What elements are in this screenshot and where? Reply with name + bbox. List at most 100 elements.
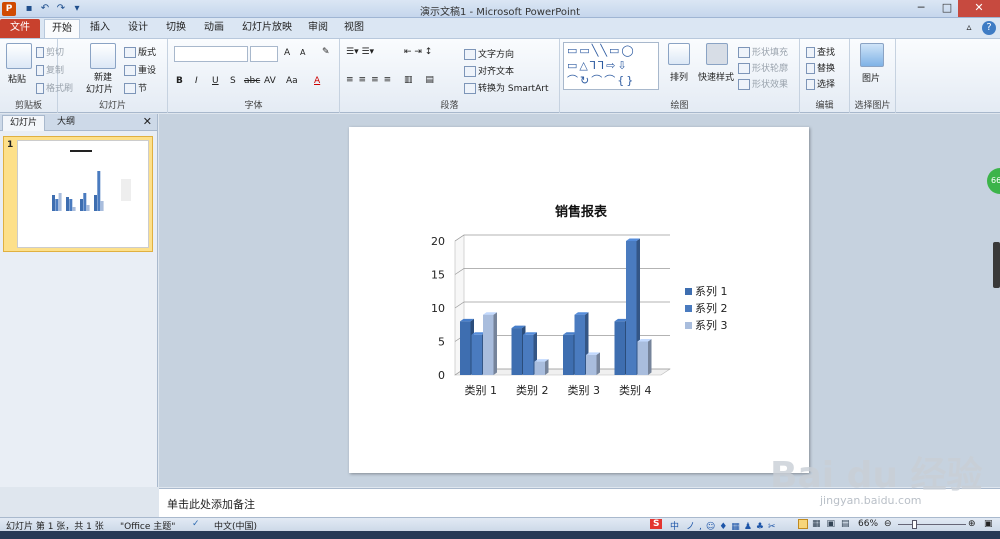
x-tick-label: 类别 2: [516, 383, 549, 397]
tab-review[interactable]: 审阅: [302, 19, 334, 38]
thumb-bar: [52, 195, 55, 211]
zoom-level[interactable]: 66%: [858, 519, 878, 529]
bar: [483, 314, 494, 375]
font-name-combo[interactable]: [174, 46, 248, 62]
slide-thumbnail[interactable]: [3, 136, 153, 252]
notes-placeholder[interactable]: 单击此处添加备注: [167, 496, 255, 512]
quick-styles-icon[interactable]: [706, 43, 728, 65]
new-slide-label-2[interactable]: 幻灯片: [86, 82, 113, 95]
bar: [563, 334, 574, 375]
picture-icon[interactable]: [860, 43, 884, 67]
font-size-combo[interactable]: [250, 46, 278, 62]
tab-view[interactable]: 视图: [338, 19, 370, 38]
title-bar: P ▪ ↶ ↷ ▾ 演示文稿1 - Microsoft PowerPoint ─…: [0, 0, 1000, 18]
group-label-clipboard: 剪贴板: [14, 101, 42, 111]
y-tick-label: 0: [438, 369, 445, 382]
tab-animations[interactable]: 动画: [198, 19, 230, 38]
select-button[interactable]: 选择: [806, 77, 835, 90]
shape-fill-button[interactable]: 形状填充: [738, 45, 788, 58]
new-slide-icon[interactable]: [90, 43, 116, 69]
ime-logo-icon[interactable]: S: [650, 519, 663, 529]
clear-format-icon[interactable]: ✎: [322, 47, 330, 57]
tab-file[interactable]: 文件: [0, 19, 40, 38]
tab-outline-panel[interactable]: 大纲: [50, 115, 82, 131]
reset-button[interactable]: 重设: [124, 63, 156, 76]
shape-outline-button[interactable]: 形状轮廓: [738, 61, 788, 74]
align-text-button[interactable]: 对齐文本: [464, 64, 514, 77]
effects-icon: [738, 79, 750, 90]
zoom-slider[interactable]: [898, 524, 966, 525]
indent-icon[interactable]: ⇤ ⇥ ↕: [404, 47, 432, 57]
tab-slideshow[interactable]: 幻灯片放映: [238, 19, 296, 38]
find-button[interactable]: 查找: [806, 45, 835, 58]
group-paragraph: ☰▾ ☰▾ ⇤ ⇥ ↕ 文字方向 对齐文本 转换为 SmartArt ≡≡≡≡ …: [340, 39, 560, 113]
panel-close-icon[interactable]: ✕: [143, 115, 152, 128]
text-direction-icon: [464, 49, 476, 60]
underline-button[interactable]: U: [212, 76, 219, 86]
shape-effects-button[interactable]: 形状效果: [738, 77, 788, 90]
reset-icon: [124, 65, 136, 76]
shadow-button[interactable]: S: [230, 76, 236, 86]
bar: [511, 328, 522, 375]
shrink-font-button[interactable]: A: [300, 48, 305, 57]
bullets-icon[interactable]: ☰▾ ☰▾: [346, 47, 374, 57]
tab-home[interactable]: 开始: [44, 19, 80, 38]
fit-slide-icon[interactable]: ▣: [984, 519, 993, 529]
minimize-icon[interactable]: ─: [908, 0, 934, 17]
change-case-button[interactable]: Aa: [286, 76, 298, 86]
help-icon[interactable]: ?: [982, 21, 996, 35]
normal-view-icon[interactable]: [798, 519, 808, 529]
thumb-bar: [58, 193, 62, 211]
font-color-button[interactable]: A: [314, 76, 320, 86]
maximize-icon[interactable]: □: [934, 0, 960, 17]
group-select-picture: 图片 选择图片: [850, 39, 896, 113]
tab-design[interactable]: 设计: [122, 19, 154, 38]
section-button[interactable]: 节: [124, 81, 147, 94]
quick-styles-button[interactable]: 快速样式: [698, 70, 734, 83]
replace-button[interactable]: 替换: [806, 61, 835, 74]
zoom-out-icon[interactable]: ⊖: [884, 519, 892, 529]
layout-button[interactable]: 版式: [124, 45, 156, 58]
status-bar: 幻灯片 第 1 张，共 1 张 "Office 主题" ✓ 中文(中国) S 中…: [0, 517, 1000, 532]
paste-button[interactable]: 粘贴: [8, 72, 26, 85]
side-handle[interactable]: [993, 242, 1000, 288]
arrange-icon[interactable]: [668, 43, 690, 65]
y-tick-label: 10: [431, 302, 445, 315]
bar: [471, 334, 482, 375]
thumb-bar: [97, 171, 101, 211]
collapse-ribbon-icon[interactable]: ▵: [962, 19, 976, 38]
align-buttons[interactable]: ≡≡≡≡ ▥ ▤: [346, 75, 439, 85]
thumb-bar: [83, 193, 87, 211]
zoom-slider-thumb[interactable]: [912, 520, 917, 529]
tab-transitions[interactable]: 切换: [160, 19, 192, 38]
italic-button[interactable]: I: [195, 76, 198, 86]
chart-title: 销售报表: [555, 204, 608, 220]
watermark-brand: Bai du 经验: [770, 455, 983, 496]
smartart-button[interactable]: 转换为 SmartArt: [464, 81, 548, 94]
slides-panel: 幻灯片 大纲 ✕ 1: [0, 114, 158, 487]
grow-font-button[interactable]: A: [284, 48, 290, 58]
zoom-in-icon[interactable]: ⊕: [968, 519, 976, 529]
group-label-drawing: 绘图: [670, 101, 689, 111]
char-spacing-button[interactable]: AV: [264, 76, 276, 86]
chart[interactable]: 销售报表 05101520 类别 1 类别 2 类别 3 类别 4 系列 1系列 2系…: [349, 127, 809, 473]
close-icon[interactable]: ✕: [958, 0, 1000, 17]
view-buttons[interactable]: ▦▣▤: [812, 519, 856, 529]
shapes-gallery[interactable]: ▭▭╲╲▭◯ ▭△⅂⅂⇨⇩ ⌒↻⌒⌒{}: [563, 42, 659, 90]
strikethrough-button[interactable]: abc: [244, 76, 260, 86]
window-title: 演示文稿1 - Microsoft PowerPoint: [419, 7, 581, 18]
paste-icon[interactable]: [6, 43, 32, 69]
arrange-button[interactable]: 排列: [670, 70, 688, 83]
tab-slides-panel[interactable]: 幻灯片: [2, 115, 46, 131]
text-direction-button[interactable]: 文字方向: [464, 47, 514, 60]
picture-button[interactable]: 图片: [862, 71, 880, 84]
copy-icon: [36, 65, 44, 76]
spellcheck-icon[interactable]: ✓: [192, 519, 200, 529]
panel-tabs: 幻灯片 大纲 ✕: [0, 114, 157, 131]
tab-insert[interactable]: 插入: [84, 19, 116, 38]
slide-canvas[interactable]: 销售报表 0 5 10 15 20 类别 1 类别 2 类别 3 类别 4 系列 1 系列 2系…: [349, 127, 809, 473]
legend-label: 系列 2: [695, 301, 728, 315]
y-tick-label: 5: [438, 336, 445, 349]
group-label-slides: 幻灯片: [98, 101, 126, 111]
bold-button[interactable]: B: [176, 76, 183, 86]
